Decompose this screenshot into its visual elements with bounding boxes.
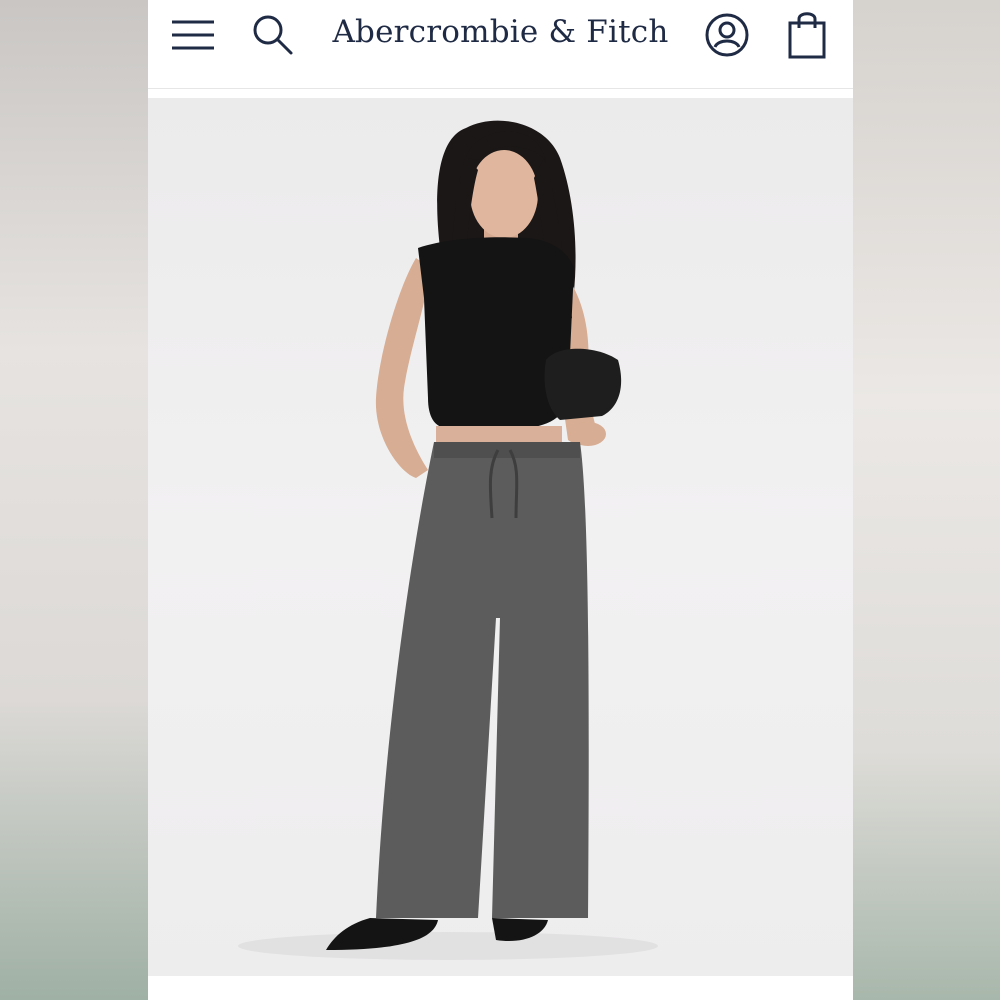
brand-logo[interactable]: Abercrombie & Fitch xyxy=(318,14,683,58)
account-button[interactable] xyxy=(702,10,752,60)
shopping-bag-icon xyxy=(788,12,826,59)
site-header: Abercrombie & Fitch xyxy=(148,0,853,89)
mobile-page: Abercrombie & Fitch xyxy=(148,0,853,1000)
product-photo xyxy=(238,120,658,960)
shopping-bag-button[interactable] xyxy=(782,10,832,60)
menu-icon xyxy=(172,20,214,50)
product-hero-image[interactable] xyxy=(148,98,853,976)
search-button[interactable] xyxy=(248,10,298,60)
blurred-backdrop-right xyxy=(852,0,1000,1000)
search-icon xyxy=(253,15,293,55)
menu-button[interactable] xyxy=(168,10,218,60)
account-icon xyxy=(705,13,749,57)
page-bottom-edge xyxy=(148,976,853,1000)
